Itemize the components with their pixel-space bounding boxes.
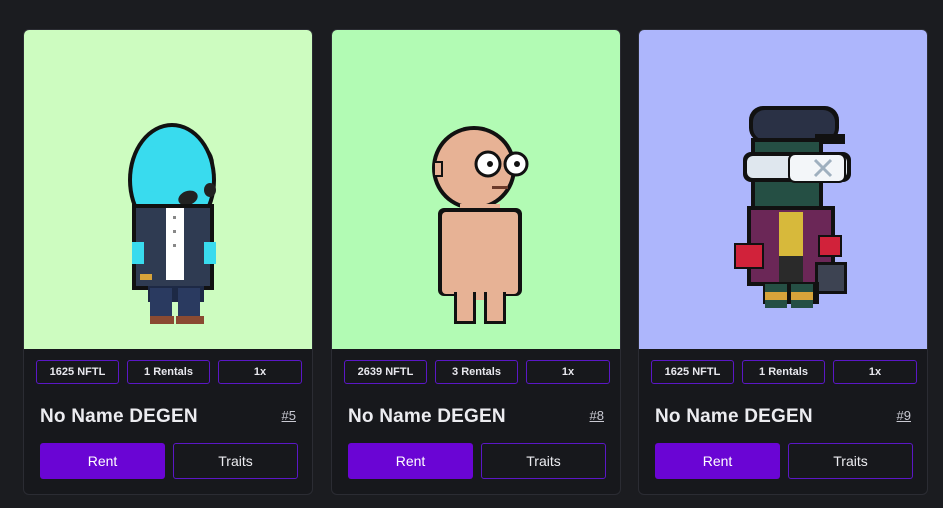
traits-button[interactable]: Traits [481, 443, 606, 479]
price-badge: 1625 NFTL [36, 360, 119, 384]
nft-card-grid: 1625 NFTL 1 Rentals 1x No Name DEGEN #5 … [0, 0, 943, 508]
alien-degen-nft-image[interactable] [24, 30, 312, 349]
nft-card[interactable]: 1625 NFTL 1 Rentals 1x No Name DEGEN #5 … [23, 29, 313, 495]
vr-goggles-degen-nft-image[interactable] [639, 30, 927, 349]
nft-id-link[interactable]: #9 [897, 408, 911, 423]
nft-card[interactable]: 1625 NFTL 1 Rentals 1x No Name DEGEN #9 … [638, 29, 928, 495]
card-stats: 2639 NFTL 3 Rentals 1x [344, 360, 610, 386]
nft-id-link[interactable]: #5 [282, 408, 296, 423]
traits-button[interactable]: Traits [173, 443, 298, 479]
nft-name: No Name DEGEN [655, 406, 813, 427]
nft-id-link[interactable]: #8 [590, 408, 604, 423]
rent-button[interactable]: Rent [655, 443, 780, 479]
card-stats: 1625 NFTL 1 Rentals 1x [36, 360, 302, 386]
nft-name: No Name DEGEN [40, 406, 198, 427]
rent-button[interactable]: Rent [348, 443, 473, 479]
multiplier-badge: 1x [526, 360, 610, 384]
price-badge: 1625 NFTL [651, 360, 734, 384]
nft-name: No Name DEGEN [348, 406, 506, 427]
traits-button[interactable]: Traits [788, 443, 913, 479]
nft-card[interactable]: 2639 NFTL 3 Rentals 1x No Name DEGEN #8 … [331, 29, 621, 495]
rentals-badge: 1 Rentals [742, 360, 825, 384]
card-stats: 1625 NFTL 1 Rentals 1x [651, 360, 917, 386]
bald-degen-nft-image[interactable] [332, 30, 620, 349]
multiplier-badge: 1x [218, 360, 302, 384]
rentals-badge: 3 Rentals [435, 360, 518, 384]
multiplier-badge: 1x [833, 360, 917, 384]
price-badge: 2639 NFTL [344, 360, 427, 384]
rentals-badge: 1 Rentals [127, 360, 210, 384]
rent-button[interactable]: Rent [40, 443, 165, 479]
